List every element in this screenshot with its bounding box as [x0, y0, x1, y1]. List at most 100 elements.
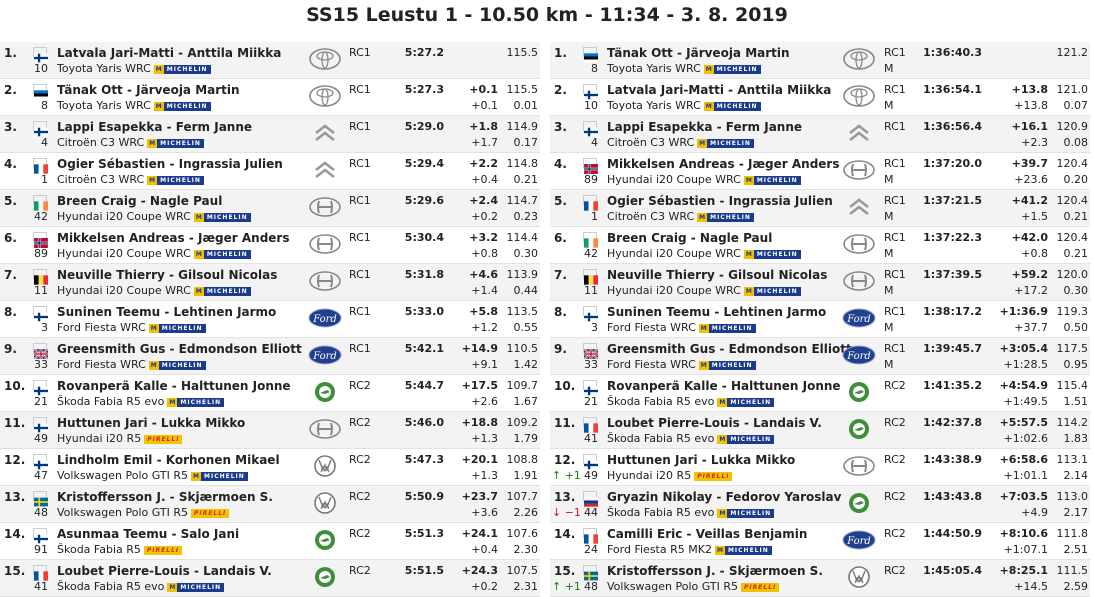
hyundai-logo — [308, 417, 342, 441]
crew-name[interactable]: Breen Craig - Nagle Paul — [57, 194, 222, 208]
crew-name[interactable]: Ogier Sébastien - Ingrassia Julien — [57, 157, 283, 171]
crew-name[interactable]: Lappi Esapekka - Ferm Janne — [607, 120, 802, 134]
gap-to-previous: +0.4 — [471, 543, 498, 556]
crew-name[interactable]: Gryazin Nikolay - Fedorov Yaroslav — [607, 490, 841, 504]
table-row: 2. 8 Tänak Ott - Järveoja Martin Toyota Yar… — [0, 79, 540, 116]
crew-name[interactable]: Greensmith Gus - Edmondson Elliott — [607, 342, 852, 356]
crew-name[interactable]: Lindholm Emil - Korhonen Mikael — [57, 453, 280, 467]
position: 7. — [4, 268, 17, 282]
michelin-logo: M MICHELIN — [193, 249, 251, 259]
crew-name[interactable]: Loubet Pierre-Louis - Landais V. — [57, 564, 272, 578]
flag-fin-icon — [33, 306, 48, 322]
gap-to-leader: +2.4 — [469, 194, 498, 207]
hyundai-logo — [842, 454, 876, 478]
svg-text:Ford: Ford — [312, 351, 337, 362]
crew-name[interactable]: Rovanperä Kalle - Halttunen Jonne — [57, 379, 291, 393]
table-row: 5. 42 Breen Craig - Nagle Paul Hyundai i20 … — [0, 190, 540, 227]
crew-name[interactable]: Kristoffersson J. - Skjærmoen S. — [607, 564, 823, 578]
average-speed: 110.5 — [506, 342, 539, 355]
time: 5:29.0 — [404, 120, 444, 133]
class-label: RC1 — [884, 83, 906, 96]
flag-fra-icon — [33, 158, 48, 174]
crew-name[interactable]: Huttunen Jari - Lukka Mikko — [57, 416, 245, 430]
crew-name[interactable]: Rovanperä Kalle - Halttunen Jonne — [607, 379, 841, 393]
crew-name[interactable]: Suninen Teemu - Lehtinen Jarmo — [57, 305, 276, 319]
table-row: 3. 4 Lappi Esapekka - Ferm Janne Citroën C3… — [0, 116, 540, 153]
vw-logo — [842, 565, 876, 589]
crew-name[interactable]: Asunmaa Teemu - Salo Jani — [57, 527, 239, 541]
car-number: 91 — [34, 543, 48, 556]
seconds-per-km: 2.26 — [513, 506, 539, 519]
gap-to-previous: +1.7 — [471, 136, 498, 149]
table-row: 12. ↑ +1 49 Huttunen Jari - Lukka Mikko Hyun… — [550, 449, 1090, 486]
skoda-logo — [308, 528, 342, 552]
car-number: 1 — [41, 173, 48, 186]
seconds-per-km: 0.17 — [513, 136, 539, 149]
svg-text:Ford: Ford — [846, 351, 871, 362]
pirelli-logo: PIRELLI — [694, 471, 733, 481]
gap-to-previous: +3.6 — [471, 506, 498, 519]
crew-name[interactable]: Ogier Sébastien - Ingrassia Julien — [607, 194, 833, 208]
gap-to-leader: +8:25.1 — [999, 564, 1048, 577]
time: 5:51.3 — [404, 527, 444, 540]
average-speed: 113.9 — [506, 268, 539, 281]
gap-to-leader: +42.0 — [1011, 231, 1048, 244]
position: 6. — [554, 231, 567, 245]
class-label: RC2 — [349, 527, 371, 540]
flag-fin-icon — [33, 121, 48, 137]
crew-name[interactable]: Mikkelsen Andreas - Jæger Anders — [57, 231, 289, 245]
crew-name[interactable]: Latvala Jari-Matti - Anttila Miikka — [57, 46, 281, 60]
crew-name[interactable]: Greensmith Gus - Edmondson Elliott — [57, 342, 302, 356]
gap-to-previous: +1.3 — [471, 432, 498, 445]
time: 1:42:37.8 — [923, 416, 982, 429]
average-speed: 108.8 — [506, 453, 539, 466]
class-label: RC2 — [884, 453, 906, 466]
crew-name[interactable]: Mikkelsen Andreas - Jæger Anders — [607, 157, 839, 171]
crew-name[interactable]: Breen Craig - Nagle Paul — [607, 231, 772, 245]
crew-name[interactable]: Tänak Ott - Järveoja Martin — [57, 83, 240, 97]
position: 5. — [554, 194, 567, 208]
car-model: Hyundai i20 R5 PIRELLI — [57, 432, 183, 445]
gap-to-leader: +3:05.4 — [999, 342, 1048, 355]
michelin-logo: M MICHELIN — [717, 508, 775, 518]
position: 12. — [4, 453, 26, 467]
crew-name[interactable]: Loubet Pierre-Louis - Landais V. — [607, 416, 822, 430]
position: 2. — [4, 83, 17, 97]
crew-name[interactable]: Camilli Eric - Veillas Benjamin — [607, 527, 807, 541]
time: 1:37:20.0 — [923, 157, 982, 170]
car-number: 21 — [584, 395, 598, 408]
manufacturer-mark: M — [884, 173, 894, 186]
crew-name[interactable]: Lappi Esapekka - Ferm Janne — [57, 120, 252, 134]
gap-to-previous: +14.5 — [1014, 580, 1048, 593]
flag-fin-icon — [583, 84, 598, 100]
crew-name[interactable]: Huttunen Jari - Lukka Mikko — [607, 453, 795, 467]
crew-name[interactable]: Suninen Teemu - Lehtinen Jarmo — [607, 305, 826, 319]
position: 9. — [554, 342, 567, 356]
gap-to-leader: +14.9 — [461, 342, 498, 355]
flag-bel-icon — [33, 269, 48, 285]
ford-logo: Ford — [308, 306, 342, 330]
time: 5:31.8 — [404, 268, 444, 281]
car-number: 3 — [591, 321, 598, 334]
car-model: Škoda Fabia R5 evo M MICHELIN — [607, 432, 775, 445]
class-label: RC1 — [884, 305, 906, 318]
car-number: 41 — [34, 580, 48, 593]
seconds-per-km: 0.21 — [1063, 247, 1089, 260]
crew-name[interactable]: Neuville Thierry - Gilsoul Nicolas — [57, 268, 277, 282]
position: 11. — [554, 416, 576, 430]
crew-name[interactable]: Latvala Jari-Matti - Anttila Miikka — [607, 83, 831, 97]
class-label: RC1 — [349, 83, 371, 96]
average-speed: 114.2 — [1056, 416, 1089, 429]
car-number: 41 — [584, 432, 598, 445]
flag-fin-icon — [583, 306, 598, 322]
crew-name[interactable]: Kristoffersson J. - Skjærmoen S. — [57, 490, 273, 504]
seconds-per-km: 1.79 — [513, 432, 539, 445]
average-speed: 121.2 — [1056, 46, 1089, 59]
car-model: Toyota Yaris WRC M MICHELIN — [57, 62, 211, 75]
crew-name[interactable]: Neuville Thierry - Gilsoul Nicolas — [607, 268, 827, 282]
class-label: RC1 — [349, 305, 371, 318]
average-speed: 115.4 — [1056, 379, 1089, 392]
flag-bel-icon — [583, 269, 598, 285]
table-row: 13. 48 Kristoffersson J. - Skjærmoen S. Vol… — [0, 486, 540, 523]
crew-name[interactable]: Tänak Ott - Järveoja Martin — [607, 46, 790, 60]
